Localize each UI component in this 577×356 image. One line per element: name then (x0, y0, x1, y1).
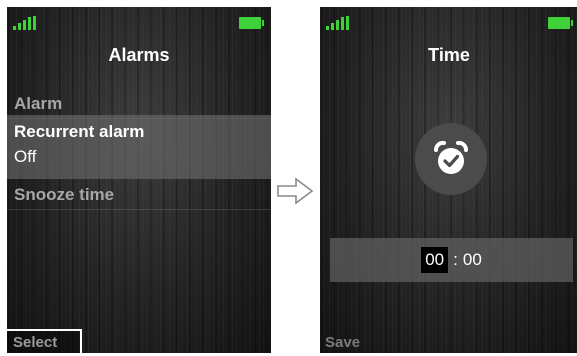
menu-item-recurrent-alarm[interactable]: Recurrent alarm Off (7, 115, 271, 179)
signal-strength-icon (13, 16, 41, 30)
right-arrow-icon (277, 177, 314, 205)
time-screen: Time 00 : 00 Save (320, 7, 577, 353)
time-separator: : (453, 250, 458, 269)
hours-field[interactable]: 00 (421, 247, 449, 273)
menu-item-snooze-time[interactable]: Snooze time (7, 180, 271, 210)
page-title: Time (428, 45, 470, 65)
alarm-clock-check-icon (415, 123, 487, 195)
signal-strength-icon (326, 16, 354, 30)
screenshot-stage: Alarms Alarm Recurrent alarm Off Snooze … (0, 0, 577, 356)
minutes-field[interactable]: 00 (463, 250, 482, 270)
save-softkey[interactable]: Save (325, 334, 360, 351)
menu-item-label: Alarm (14, 94, 63, 113)
alarms-screen: Alarms Alarm Recurrent alarm Off Snooze … (7, 7, 271, 353)
menu-item-value: Off (14, 147, 37, 166)
battery-icon (548, 17, 573, 29)
page-title: Alarms (108, 45, 170, 65)
battery-icon (239, 17, 264, 29)
menu-item-label: Recurrent alarm (14, 122, 145, 141)
select-softkey[interactable]: Select (7, 329, 82, 353)
menu-item-label: Snooze time (14, 185, 115, 204)
time-input[interactable]: 00 : 00 (330, 238, 573, 282)
